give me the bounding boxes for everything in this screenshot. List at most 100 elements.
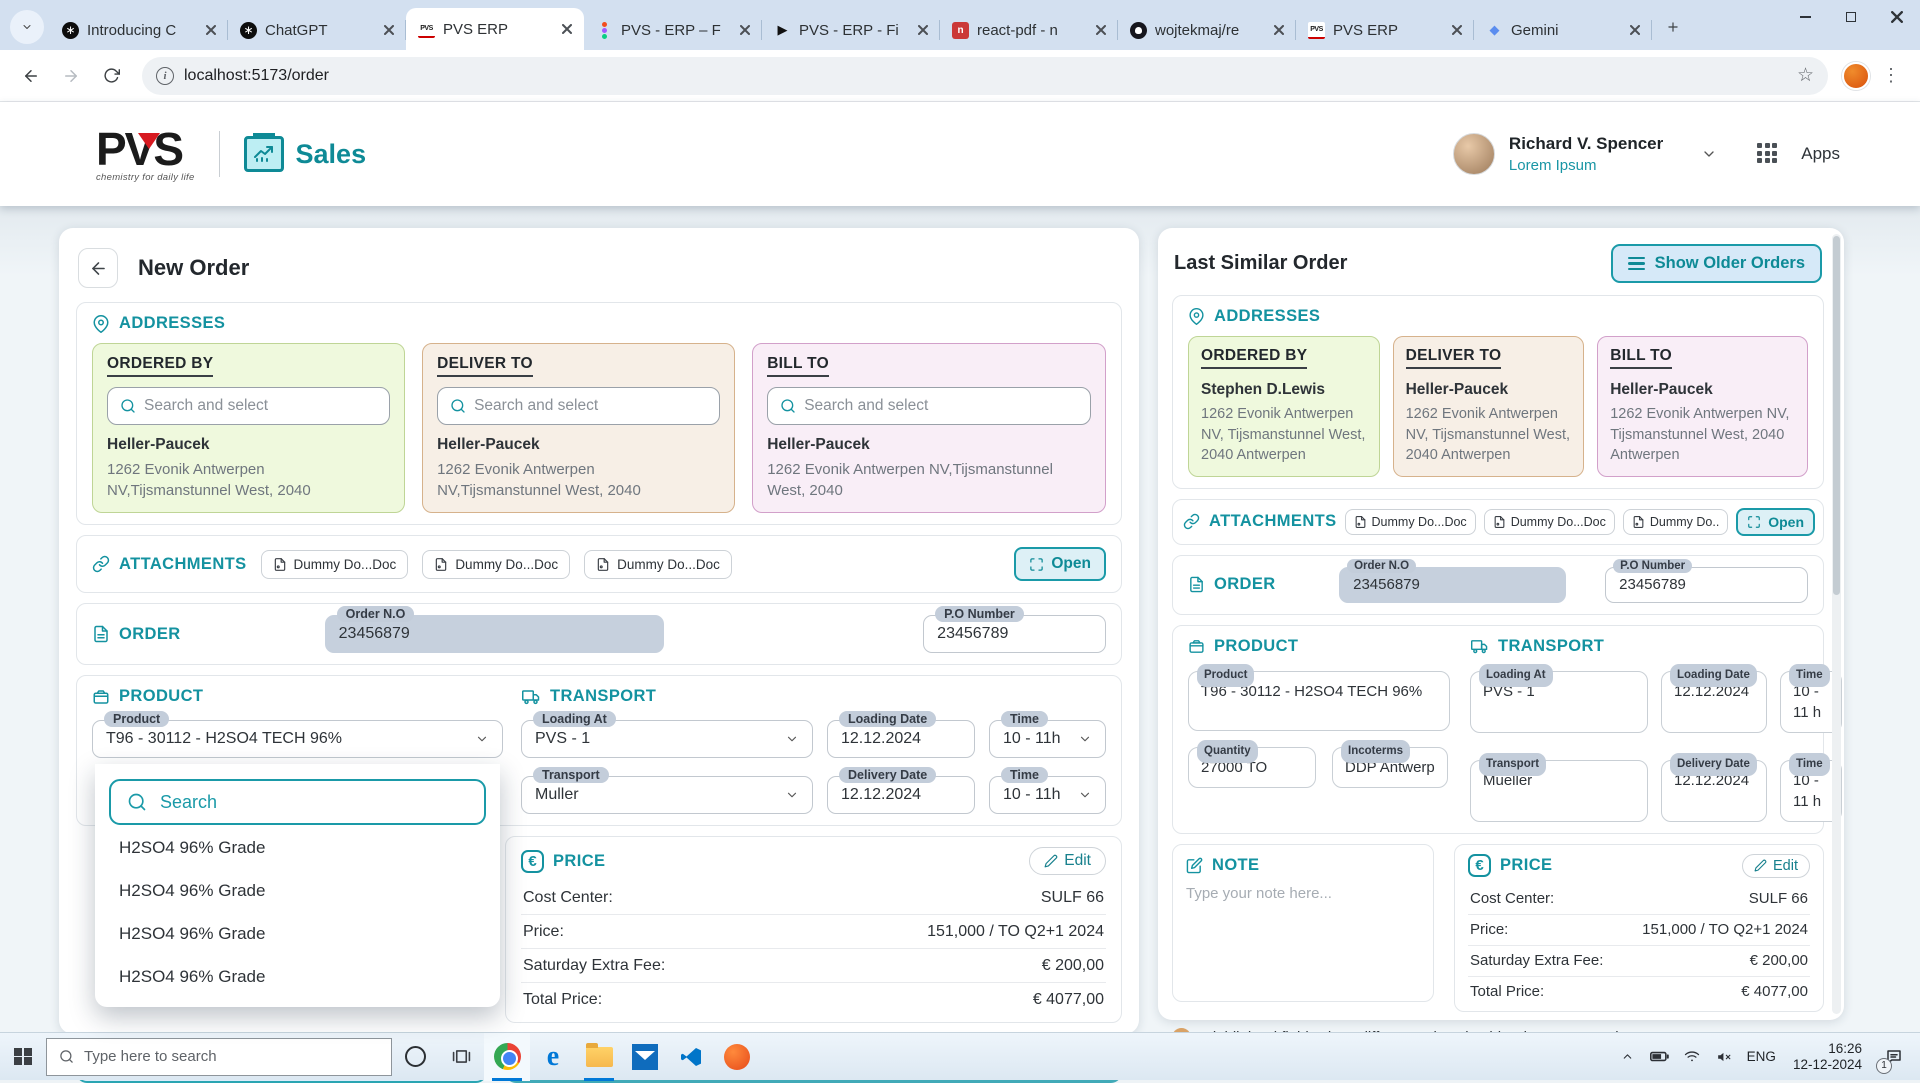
document-icon bbox=[92, 625, 110, 643]
cortana-icon[interactable] bbox=[392, 1033, 438, 1081]
app-header: PVS chemistry for daily life Sales Richa… bbox=[0, 102, 1920, 206]
document-icon bbox=[1188, 576, 1205, 593]
deliver-to-search-input[interactable] bbox=[474, 397, 707, 415]
attachment-chip[interactable]: Dummy Do...Doc bbox=[584, 550, 732, 579]
site-info-icon[interactable]: i bbox=[156, 67, 174, 85]
user-menu-chevron-icon[interactable] bbox=[1701, 146, 1717, 162]
window-close-button[interactable] bbox=[1874, 0, 1920, 34]
start-button[interactable] bbox=[0, 1033, 46, 1081]
product-option[interactable]: H2SO4 96% Grade bbox=[109, 828, 486, 868]
search-icon bbox=[450, 398, 466, 414]
loading-time-field: Time 10 - 11h bbox=[989, 720, 1106, 758]
action-center-icon[interactable]: 1 bbox=[1874, 1033, 1914, 1081]
similar-attachments-open-button[interactable]: Open bbox=[1736, 508, 1815, 536]
price-row-cost-center: Cost Center:SULF 66 bbox=[1468, 884, 1810, 915]
search-icon bbox=[780, 398, 796, 414]
tab-search-chevron-icon[interactable] bbox=[10, 10, 44, 44]
reload-icon[interactable] bbox=[94, 59, 128, 93]
tab-figma[interactable]: PVS - ERP – F bbox=[584, 10, 762, 50]
product-option[interactable]: H2SO4 96% Grade bbox=[109, 957, 486, 997]
product-select-field: Product T96 - 30112 - H2SO4 TECH 96% bbox=[92, 720, 503, 758]
taskbar-clock[interactable]: 16:26 12-12-2024 bbox=[1785, 1041, 1870, 1073]
wifi-icon[interactable] bbox=[1678, 1033, 1706, 1081]
tab-react-pdf[interactable]: n react-pdf - n bbox=[940, 10, 1118, 50]
back-button[interactable] bbox=[78, 248, 118, 288]
panel-scrollbar[interactable] bbox=[1832, 234, 1841, 1014]
tab-pvs-erp-2[interactable]: PVS PVS ERP bbox=[1296, 10, 1474, 50]
similar-price-edit-button[interactable]: Edit bbox=[1742, 854, 1810, 878]
menu-icon bbox=[1628, 257, 1645, 270]
mail-taskbar-icon[interactable] bbox=[622, 1033, 668, 1081]
product-dropdown-search-input[interactable] bbox=[160, 792, 468, 813]
apps-grid-icon[interactable] bbox=[1757, 143, 1779, 165]
tab-close-icon[interactable] bbox=[914, 21, 932, 39]
app-name: Sales bbox=[296, 139, 367, 170]
attachment-chip[interactable]: Dummy Do.. bbox=[1623, 509, 1728, 535]
similar-order-section: ORDER Order N.O 23456879 P.O Number 2345… bbox=[1172, 555, 1824, 615]
file-explorer-taskbar-icon[interactable] bbox=[576, 1033, 622, 1081]
address-bar[interactable]: i localhost:5173/order ☆ bbox=[142, 57, 1828, 95]
url-text[interactable]: localhost:5173/order bbox=[184, 67, 329, 85]
note-input[interactable] bbox=[1186, 885, 1420, 985]
tab-close-icon[interactable] bbox=[1626, 21, 1644, 39]
bill-to-search[interactable] bbox=[767, 387, 1091, 425]
new-tab-button[interactable] bbox=[1658, 12, 1688, 42]
attachments-open-button[interactable]: Open bbox=[1014, 547, 1106, 581]
price-row-price: Price:151,000 / TO Q2+1 2024 bbox=[521, 915, 1106, 949]
price-row-total: Total Price:€ 4077,00 bbox=[521, 983, 1106, 1016]
product-dropdown-search[interactable] bbox=[109, 779, 486, 825]
edge-taskbar-icon[interactable]: e bbox=[530, 1033, 576, 1081]
window-minimize-button[interactable] bbox=[1782, 0, 1828, 34]
tab-pvs-erp-active[interactable]: PVS PVS ERP bbox=[406, 8, 584, 50]
tab-introducing[interactable]: ∗ Introducing C bbox=[50, 10, 228, 50]
pvs-favicon-icon: PVS bbox=[418, 21, 435, 38]
product-option[interactable]: H2SO4 96% Grade bbox=[109, 871, 486, 911]
speaker-muted-icon[interactable] bbox=[1710, 1033, 1738, 1081]
language-indicator[interactable]: ENG bbox=[1742, 1049, 1781, 1064]
taskbar-search[interactable] bbox=[46, 1038, 392, 1076]
price-section: € PRICE Edit Cost Center:SULF 66 Price:1… bbox=[505, 836, 1122, 1023]
attachment-chip[interactable]: Dummy Do...Doc bbox=[1484, 509, 1615, 535]
attachment-chip[interactable]: Dummy Do...Doc bbox=[422, 550, 570, 579]
vscode-taskbar-icon[interactable] bbox=[668, 1033, 714, 1081]
bookmark-star-icon[interactable]: ☆ bbox=[1797, 64, 1814, 87]
battery-icon[interactable] bbox=[1646, 1033, 1674, 1081]
price-edit-button[interactable]: Edit bbox=[1029, 847, 1106, 875]
user-link[interactable]: Lorem Ipsum bbox=[1509, 157, 1663, 174]
ordered-by-search-input[interactable] bbox=[144, 397, 377, 415]
tabs: ∗ Introducing C ∗ ChatGPT PVS PVS ERP PV… bbox=[50, 0, 1652, 50]
tab-chatgpt[interactable]: ∗ ChatGPT bbox=[228, 10, 406, 50]
show-older-orders-button[interactable]: Show Older Orders bbox=[1611, 244, 1822, 283]
task-view-icon[interactable] bbox=[438, 1033, 484, 1081]
forward-icon[interactable] bbox=[54, 59, 88, 93]
ordered-by-search[interactable] bbox=[107, 387, 390, 425]
tab-close-icon[interactable] bbox=[202, 21, 220, 39]
window-maximize-button[interactable] bbox=[1828, 0, 1874, 34]
browser-profile-avatar[interactable] bbox=[1842, 62, 1870, 90]
tab-close-icon[interactable] bbox=[380, 21, 398, 39]
attachment-chip[interactable]: Dummy Do...Doc bbox=[1345, 509, 1476, 535]
product-option[interactable]: H2SO4 96% Grade bbox=[109, 914, 486, 954]
browser-menu-icon[interactable]: ⋮ bbox=[1876, 65, 1906, 86]
chrome-taskbar-icon[interactable] bbox=[484, 1033, 530, 1081]
scrollbar-thumb[interactable] bbox=[1833, 236, 1840, 595]
tab-video[interactable]: ▶ PVS - ERP - Fi bbox=[762, 10, 940, 50]
tab-close-icon[interactable] bbox=[1270, 21, 1288, 39]
browser-orange-taskbar-icon[interactable] bbox=[714, 1033, 760, 1081]
tab-close-icon[interactable] bbox=[1092, 21, 1110, 39]
bill-to-search-input[interactable] bbox=[804, 397, 1078, 415]
user-avatar[interactable] bbox=[1453, 133, 1495, 175]
tab-github[interactable]: wojtekmaj/re bbox=[1118, 10, 1296, 50]
price-row-saturday-fee: Saturday Extra Fee:€ 200,00 bbox=[521, 949, 1106, 983]
tray-chevron-icon[interactable] bbox=[1614, 1033, 1642, 1081]
attachment-chip[interactable]: Dummy Do...Doc bbox=[261, 550, 409, 579]
deliver-to-search[interactable] bbox=[437, 387, 720, 425]
tab-close-icon[interactable] bbox=[1448, 21, 1466, 39]
tab-close-icon[interactable] bbox=[558, 20, 576, 38]
order-section: ORDER Order N.O 23456879 P.O Number 2345… bbox=[76, 603, 1122, 665]
tab-close-icon[interactable] bbox=[736, 21, 754, 39]
windows-taskbar: e ENG 16:26 12-12-2024 1 bbox=[0, 1032, 1920, 1080]
taskbar-search-input[interactable] bbox=[84, 1048, 379, 1065]
back-icon[interactable] bbox=[14, 59, 48, 93]
tab-gemini[interactable]: ◆ Gemini bbox=[1474, 10, 1652, 50]
